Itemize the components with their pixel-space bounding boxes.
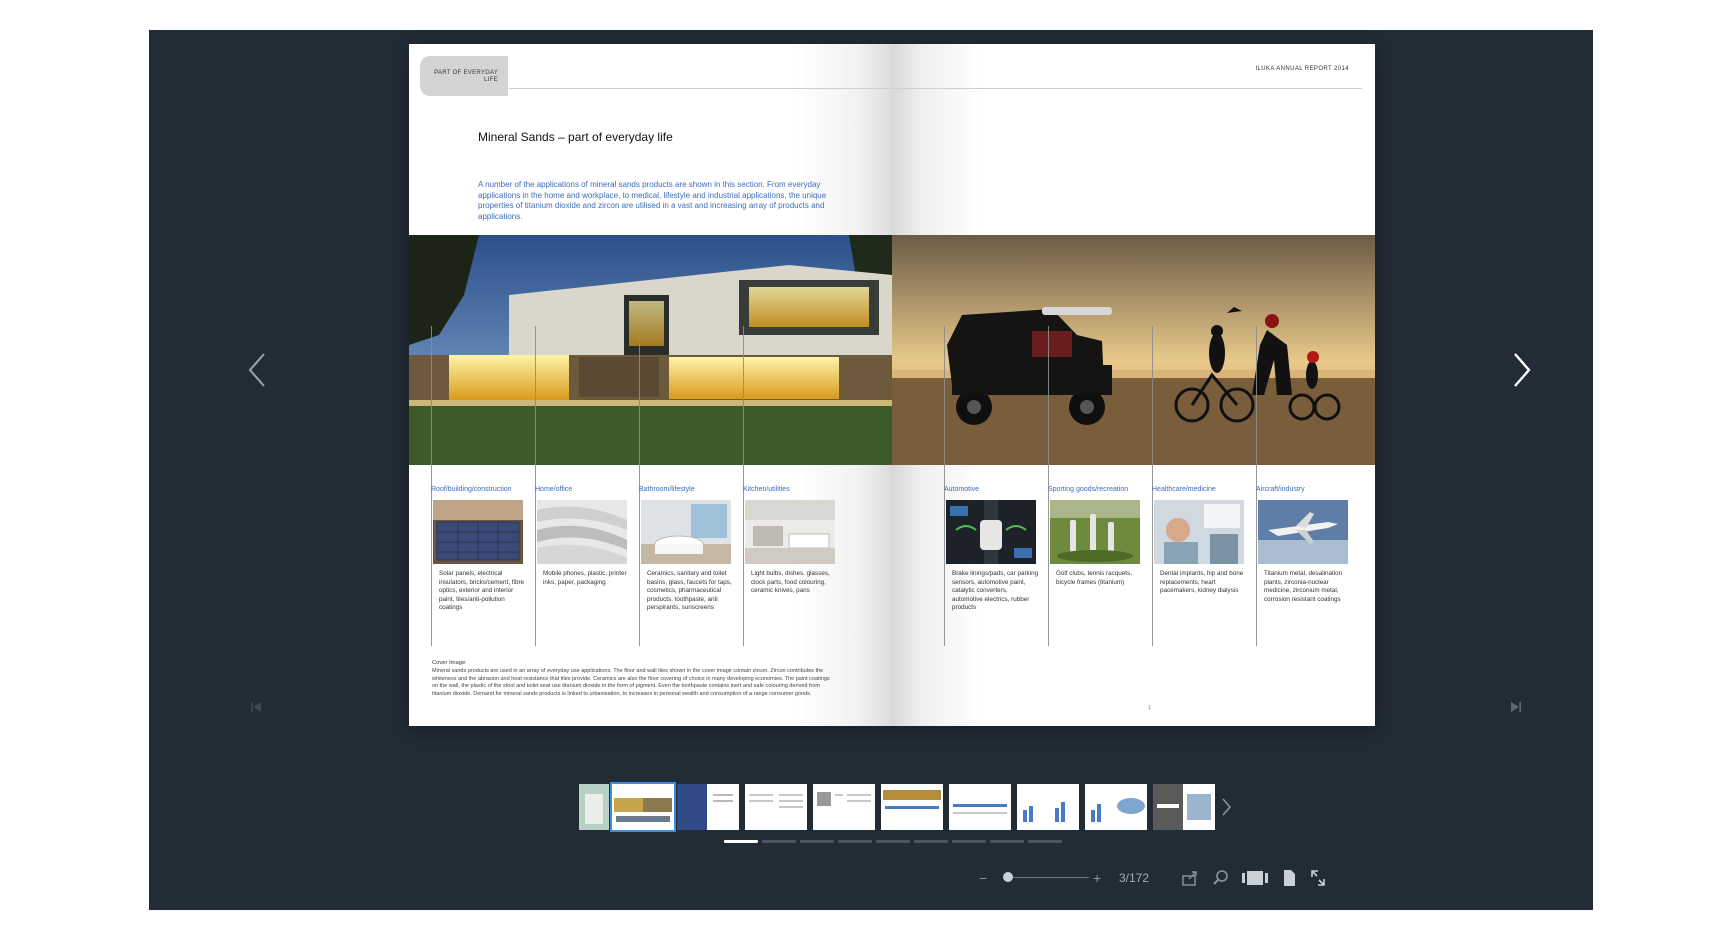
thumbnail-page-16-17[interactable] xyxy=(1085,784,1147,830)
category-title: Home/office xyxy=(535,486,573,493)
category-title: Aircraft/industry xyxy=(1256,486,1305,493)
kitchen-image xyxy=(745,500,835,564)
zoom-in-button[interactable]: + xyxy=(1093,868,1101,888)
category-title: Automotive xyxy=(944,486,980,493)
parking-sensor-image xyxy=(946,500,1036,564)
zoom-slider[interactable] xyxy=(1009,877,1089,878)
page-dot[interactable] xyxy=(724,840,758,843)
cover-image-title: Cover Image: xyxy=(432,660,467,666)
page-heading: Mineral Sands – part of everyday life xyxy=(478,130,673,144)
header-rule xyxy=(509,88,892,89)
header-rule xyxy=(892,88,1362,89)
cover-image-caption: Mineral sands products are used in an ar… xyxy=(432,668,830,697)
page-counter[interactable]: 3/172 xyxy=(1119,868,1149,888)
thumbnail-view-icon[interactable] xyxy=(1241,868,1269,888)
thumbnail-page-12-13[interactable] xyxy=(949,784,1011,830)
page-dot[interactable] xyxy=(990,840,1024,843)
category-title: Roof/building/construction xyxy=(431,486,512,493)
category-description: Titanium metal, desalination plants, zir… xyxy=(1264,570,1343,603)
page-dot[interactable] xyxy=(914,840,948,843)
first-page-icon[interactable] xyxy=(249,700,263,714)
paper-image xyxy=(537,500,627,564)
solar-panel-image xyxy=(433,500,523,564)
page-number: 1 xyxy=(1148,705,1151,711)
thumbnail-next-icon[interactable] xyxy=(1217,784,1235,830)
thumbnail-page-6-7[interactable] xyxy=(745,784,807,830)
flipbook-viewer: PART OF EVERYDAY LIFE Mineral Sands – pa… xyxy=(149,30,1593,910)
category-title: Sporting goods/recreation xyxy=(1048,486,1129,493)
category-description: Ceramics, sanitary and toilet basins, gl… xyxy=(647,570,732,612)
house-photo xyxy=(409,235,892,465)
right-page[interactable]: ILUKA ANNUAL REPORT 2014 Automotive Brak… xyxy=(892,44,1375,726)
share-icon[interactable] xyxy=(1181,868,1199,888)
intro-paragraph: A number of the applications of mineral … xyxy=(478,180,827,221)
page-dot[interactable] xyxy=(800,840,834,843)
zoom-out-button[interactable]: − xyxy=(979,868,987,888)
category-description: Light bulbs, dishes, glasses, clock part… xyxy=(751,570,830,595)
category-description: Dental implants, hip and bone replacemen… xyxy=(1160,570,1244,595)
category-description: Solar panels, electrical insulators, bri… xyxy=(439,570,525,612)
thumbnail-page-10-11[interactable] xyxy=(881,784,943,830)
category-title: Kitchen/utilities xyxy=(743,486,790,493)
left-page[interactable]: PART OF EVERYDAY LIFE Mineral Sands – pa… xyxy=(409,44,892,726)
book-spread[interactable]: PART OF EVERYDAY LIFE Mineral Sands – pa… xyxy=(409,44,1375,726)
thumbnail-page-14-15[interactable] xyxy=(1017,784,1079,830)
report-title: ILUKA ANNUAL REPORT 2014 xyxy=(1255,66,1349,72)
single-page-icon[interactable] xyxy=(1281,868,1297,888)
last-page-icon[interactable] xyxy=(1509,700,1523,714)
bottom-toolbar: − + 3/172 xyxy=(979,868,1539,888)
category-description: Mobile phones, plastic, printer inks, pa… xyxy=(543,570,627,586)
golf-club-image xyxy=(1050,500,1140,564)
page-dot[interactable] xyxy=(876,840,910,843)
thumbnail-page-8-9[interactable] xyxy=(813,784,875,830)
thumbnail-page-4-5[interactable] xyxy=(677,784,739,830)
prev-page-icon[interactable] xyxy=(242,348,272,392)
thumbnail-page-1[interactable] xyxy=(579,784,609,830)
category-title: Healthcare/medicine xyxy=(1152,486,1216,493)
dental-image xyxy=(1154,500,1244,564)
beach-car-photo xyxy=(892,235,1375,465)
page-dot[interactable] xyxy=(1028,840,1062,843)
category-description: Golf clubs, tennis racquets, bicycle fra… xyxy=(1056,570,1132,586)
airplane-image xyxy=(1258,500,1348,564)
page-indicator xyxy=(724,840,1062,843)
page-dot[interactable] xyxy=(838,840,872,843)
thumbnail-page-2-3[interactable] xyxy=(610,782,676,832)
category-description: Brake linings/pads, car parking sensors,… xyxy=(952,570,1039,612)
category-title: Bathroom/lifestyle xyxy=(639,486,695,493)
fullscreen-icon[interactable] xyxy=(1309,868,1327,888)
thumbnail-strip xyxy=(579,782,1219,832)
thumbnail-page-18-19[interactable] xyxy=(1153,784,1215,830)
search-icon[interactable] xyxy=(1212,868,1230,888)
section-tab: PART OF EVERYDAY LIFE xyxy=(420,56,508,96)
next-page-icon[interactable] xyxy=(1507,348,1537,392)
page-dot[interactable] xyxy=(762,840,796,843)
zoom-slider-handle[interactable] xyxy=(1003,872,1013,882)
bathtub-image xyxy=(641,500,731,564)
page-dot[interactable] xyxy=(952,840,986,843)
